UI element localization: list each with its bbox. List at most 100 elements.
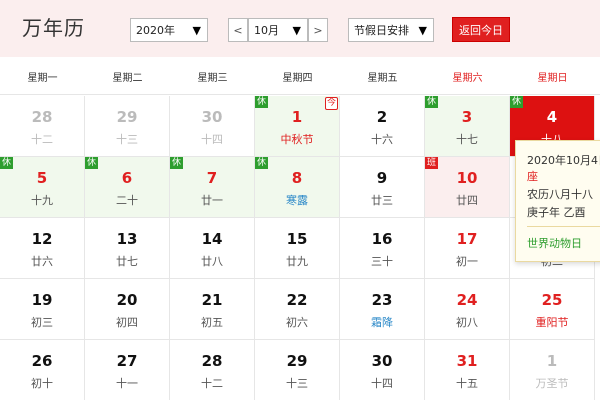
lunar-label: 廿七	[116, 255, 138, 268]
calendar-header: 万年历 2020年 ▼ < 10月 ▼ > 节假日安排 ▼ 返回今日	[0, 0, 600, 57]
year-select-value: 2020年	[136, 24, 175, 37]
next-month-button[interactable]: >	[308, 18, 328, 42]
day-number: 25	[541, 291, 563, 309]
calendar-day[interactable]: 27 十一	[85, 340, 170, 400]
day-number: 24	[456, 291, 478, 309]
month-select[interactable]: 10月 ▼	[248, 18, 308, 42]
lunar-label: 十六	[371, 133, 393, 146]
day-number: 23	[371, 291, 393, 309]
calendar-day[interactable]: 14 廿八	[170, 218, 255, 279]
calendar-day[interactable]: 班 10 廿四	[425, 157, 510, 218]
day-number: 30	[371, 352, 393, 370]
lunar-label: 霜降	[371, 316, 393, 329]
calendar-day[interactable]: 9 廿三	[340, 157, 425, 218]
lunar-label: 初八	[456, 316, 478, 329]
calendar-day[interactable]: 12 廿六	[0, 218, 85, 279]
calendar-day[interactable]: 21 初五	[170, 279, 255, 340]
holiday-badge: 休	[255, 157, 269, 169]
day-number: 30	[201, 108, 223, 126]
holiday-badge: 休	[170, 157, 184, 169]
calendar-day[interactable]: 20 初四	[85, 279, 170, 340]
tooltip-date: 2020年10月4日	[527, 154, 600, 167]
tooltip-festival[interactable]: 世界动物日	[527, 235, 582, 251]
chevron-down-icon: ▼	[292, 23, 301, 37]
calendar-day[interactable]: 24 初八	[425, 279, 510, 340]
day-number: 19	[31, 291, 53, 309]
day-number: 1	[546, 352, 558, 370]
day-number: 15	[286, 230, 308, 248]
calendar-day[interactable]: 2 十六	[340, 96, 425, 157]
day-number: 31	[456, 352, 478, 370]
lunar-label: 十三	[286, 377, 308, 390]
weekday-label: 星期二	[112, 72, 143, 84]
calendar-day[interactable]: 22 初六	[255, 279, 340, 340]
calendar-day[interactable]: 休 6 二十	[85, 157, 170, 218]
calendar-day[interactable]: 休 3 十七	[425, 96, 510, 157]
lunar-label: 十二	[31, 133, 53, 146]
calendar-day[interactable]: 30 十四	[170, 96, 255, 157]
lunar-label: 廿三	[371, 194, 393, 207]
calendar-day[interactable]: 31 十五	[425, 340, 510, 400]
lunar-label: 十三	[116, 133, 138, 146]
lunar-label: 十四	[371, 377, 393, 390]
day-detail-tooltip: 2020年10月4日 座 农历八月十八 庚子年 乙酉 世界动物日	[515, 140, 600, 262]
calendar-day[interactable]: 29 十三	[255, 340, 340, 400]
calendar-day[interactable]: 16 三十	[340, 218, 425, 279]
weekday-label: 星期六	[452, 72, 483, 84]
month-select-value: 10月	[254, 24, 279, 37]
day-number: 26	[31, 352, 53, 370]
holiday-badge: 休	[85, 157, 99, 169]
calendar-day[interactable]: 1 万圣节	[510, 340, 595, 400]
calendar-day[interactable]: 休今 1 中秋节	[255, 96, 340, 157]
calendar-day[interactable]: 23 霜降	[340, 279, 425, 340]
day-number: 7	[206, 169, 218, 187]
calendar-day[interactable]: 13 廿七	[85, 218, 170, 279]
day-number: 5	[36, 169, 48, 187]
calendar-day[interactable]: 30 十四	[340, 340, 425, 400]
calendar-day[interactable]: 15 廿九	[255, 218, 340, 279]
day-number: 28	[201, 352, 223, 370]
lunar-label: 十九	[31, 194, 53, 207]
calendar-day[interactable]: 19 初三	[0, 279, 85, 340]
lunar-label: 初五	[201, 316, 223, 329]
day-number: 28	[31, 108, 53, 126]
lunar-label: 重阳节	[535, 316, 569, 329]
calendar-day[interactable]: 休 7 廿一	[170, 157, 255, 218]
holiday-badge: 休	[510, 96, 524, 108]
calendar-day[interactable]: 29 十三	[85, 96, 170, 157]
weekday-label: 星期三	[197, 72, 228, 84]
day-number: 29	[286, 352, 308, 370]
day-number: 17	[456, 230, 478, 248]
lunar-label: 廿九	[286, 255, 308, 268]
lunar-label: 中秋节	[280, 133, 314, 146]
lunar-label: 三十	[371, 255, 393, 268]
year-select[interactable]: 2020年 ▼	[130, 18, 208, 42]
chevron-down-icon: ▼	[192, 23, 201, 37]
calendar-day[interactable]: 25 重阳节	[510, 279, 595, 340]
lunar-label: 廿六	[31, 255, 53, 268]
workday-badge: 班	[425, 157, 439, 169]
tooltip-divider	[527, 226, 600, 227]
holiday-select[interactable]: 节假日安排 ▼	[348, 18, 434, 42]
day-number: 4	[546, 108, 558, 126]
calendar-day[interactable]: 28 十二	[170, 340, 255, 400]
prev-month-button[interactable]: <	[228, 18, 248, 42]
lunar-label: 十一	[116, 377, 138, 390]
day-number: 20	[116, 291, 138, 309]
day-number: 1	[291, 108, 303, 126]
holiday-badge: 休	[0, 157, 14, 169]
lunar-label: 廿一	[201, 194, 223, 207]
tooltip-constellation: 座	[527, 170, 538, 183]
calendar-day[interactable]: 17 初一	[425, 218, 510, 279]
calendar-day[interactable]: 休 8 寒露	[255, 157, 340, 218]
calendar-day[interactable]: 26 初十	[0, 340, 85, 400]
day-number: 9	[376, 169, 388, 187]
tooltip-ganzhi: 庚子年 乙酉	[527, 206, 586, 219]
calendar-day[interactable]: 休 5 十九	[0, 157, 85, 218]
day-number: 27	[116, 352, 138, 370]
calendar-day[interactable]: 28 十二	[0, 96, 85, 157]
day-number: 16	[371, 230, 393, 248]
return-today-button[interactable]: 返回今日	[452, 17, 510, 42]
chevron-down-icon: ▼	[418, 23, 427, 37]
weekday-header: 星期一 星期二 星期三 星期四 星期五 星期六 星期日	[0, 57, 600, 95]
